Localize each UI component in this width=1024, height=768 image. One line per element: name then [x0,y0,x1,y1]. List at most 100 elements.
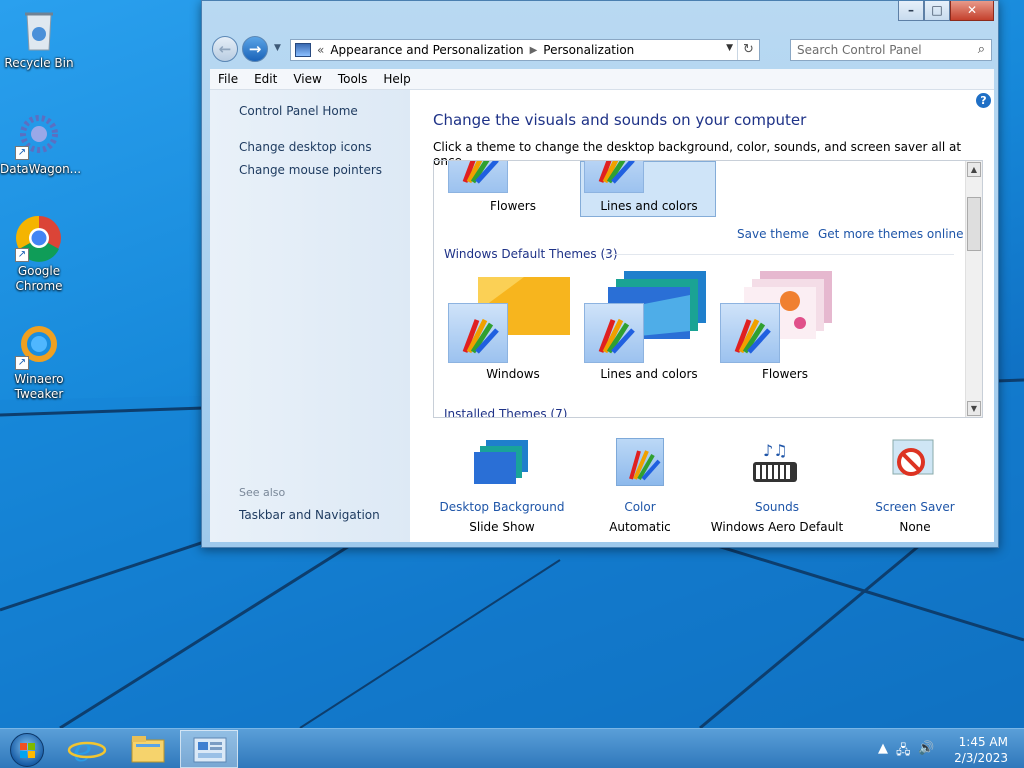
start-button[interactable] [0,730,58,768]
navigation-bar: ← → ▼ « Appearance and Personalization ▶… [212,35,992,63]
theme-name: Flowers [490,199,536,213]
address-bar[interactable]: « Appearance and Personalization ▶ Perso… [290,39,760,61]
system-tray: ▲ 🖧 🔊 1:45 AM 2/3/2023 [874,729,1024,768]
desktop-icon-datawagon[interactable]: ↗ DataWagon... [0,112,82,177]
screen-saver-value: None [899,520,931,534]
forward-button[interactable]: → [242,36,268,62]
volume-icon[interactable]: 🔊 [918,741,934,756]
personalization-window: – □ ✕ ← → ▼ « Appearance and Personaliza… [201,0,999,548]
search-icon[interactable]: ⌕ [978,42,985,57]
theme-list-scrollbar[interactable]: ▲ ▼ [965,161,982,417]
chrome-icon: ↗ [15,214,63,262]
caption-buttons: – □ ✕ [898,1,994,21]
svg-text:e: e [73,731,92,768]
theme-name: Lines and colors [600,367,698,381]
theme-palette-icon [584,161,644,193]
change-mouse-pointers-link[interactable]: Change mouse pointers [239,163,382,177]
theme-windows[interactable]: Windows [444,271,582,389]
save-theme-link[interactable]: Save theme [737,227,809,241]
shortcut-arrow-icon: ↗ [15,248,29,262]
desktop-icon-label: Google Chrome [15,264,63,293]
desktop-background-value: Slide Show [469,520,535,534]
desktop-icon-winaero[interactable]: ↗ Winaero Tweaker [0,322,78,402]
network-icon[interactable]: 🖧 [896,741,911,763]
installed-themes-heading: Installed Themes (7) [444,407,568,418]
minimize-button[interactable]: – [898,1,924,21]
clock-time: 1:45 AM [958,735,1008,749]
datawagon-icon: ↗ [15,112,63,160]
show-hidden-icons-icon[interactable]: ▲ [878,741,888,756]
left-navigation-pane: Control Panel Home Change desktop icons … [210,90,410,542]
recent-pages-dropdown[interactable]: ▼ [274,43,281,53]
theme-name: Windows [486,367,540,381]
theme-palette-icon [448,303,508,363]
color-value: Automatic [609,520,671,534]
clock-date: 2/3/2023 [954,751,1008,765]
theme-name: Lines and colors [600,199,698,213]
back-button[interactable]: ← [212,36,238,62]
control-panel-taskbar-button[interactable] [180,730,238,768]
desktop-icon-label: Recycle Bin [4,56,74,70]
address-dropdown-icon[interactable]: ▼ [726,43,733,53]
file-explorer-icon [131,736,165,763]
theme-palette-icon [720,303,780,363]
color-icon [616,438,664,486]
theme-lines-colors-mine[interactable]: Lines and colors [580,161,718,219]
get-more-themes-link[interactable]: Get more themes online [818,227,964,241]
taskbar: e ▲ 🖧 🔊 1:45 AM 2/3/2023 [0,728,1024,768]
control-panel-icon [193,737,227,763]
theme-flowers[interactable]: Flowers [716,271,854,389]
theme-list: Flowers Lines and colors Save theme Get … [433,160,983,418]
sounds-icon: ♪♫ [753,441,797,482]
internet-explorer-icon: e [67,731,107,768]
desktop-icon-label: Winaero Tweaker [14,372,64,401]
default-themes-heading: Windows Default Themes (3) [444,247,618,261]
theme-palette-icon [584,303,644,363]
scroll-down-icon[interactable]: ▼ [967,401,981,416]
theme-name: Flowers [762,367,808,381]
taskbar-navigation-link[interactable]: Taskbar and Navigation [239,508,380,522]
section-divider [604,254,954,255]
close-button[interactable]: ✕ [950,1,994,21]
theme-lines-colors[interactable]: Lines and colors [580,271,718,389]
control-panel-home-link[interactable]: Control Panel Home [239,104,358,118]
maximize-button[interactable]: □ [924,1,950,21]
internet-explorer-button[interactable]: e [58,730,116,768]
breadcrumb-appearance[interactable]: Appearance and Personalization [330,43,523,57]
shortcut-arrow-icon: ↗ [15,146,29,160]
breadcrumb-personalization[interactable]: Personalization [543,43,634,57]
svg-text:♪♫: ♪♫ [763,441,788,460]
theme-flowers-mine[interactable]: Flowers [444,161,582,219]
menu-edit[interactable]: Edit [246,72,285,86]
file-explorer-button[interactable] [118,730,176,768]
control-panel-icon [295,43,311,57]
main-content: ? Change the visuals and sounds on your … [410,90,994,542]
menu-file[interactable]: File [210,72,246,86]
breadcrumb-separator-icon[interactable]: ▶ [530,45,538,56]
help-icon[interactable]: ? [976,93,991,108]
screen-saver-icon [892,439,934,476]
recycle-bin-icon [15,6,63,54]
screen-saver-label[interactable]: Screen Saver [840,500,990,514]
sounds-label[interactable]: Sounds [702,500,852,514]
menu-bar: File Edit View Tools Help [210,69,994,90]
menu-help[interactable]: Help [375,72,418,86]
scroll-up-icon[interactable]: ▲ [967,162,981,177]
theme-palette-icon [448,161,508,193]
clock[interactable]: 1:45 AM 2/3/2023 [954,734,1008,766]
desktop-background-label[interactable]: Desktop Background [427,500,577,514]
menu-tools[interactable]: Tools [330,72,376,86]
desktop-icon-label: DataWagon... [0,162,82,176]
color-label[interactable]: Color [565,500,715,514]
desktop-icon-recycle-bin[interactable]: Recycle Bin [0,6,78,71]
scroll-thumb[interactable] [967,197,981,251]
search-input[interactable]: Search Control Panel ⌕ [790,39,992,61]
shortcut-arrow-icon: ↗ [15,356,29,370]
breadcrumb-prefix[interactable]: « [317,43,324,57]
see-also-heading: See also [239,486,286,499]
refresh-icon[interactable]: ↻ [737,40,759,60]
desktop-icon-chrome[interactable]: ↗ Google Chrome [0,214,78,294]
desktop-background-icon [474,440,528,484]
change-desktop-icons-link[interactable]: Change desktop icons [239,140,372,154]
menu-view[interactable]: View [285,72,329,86]
